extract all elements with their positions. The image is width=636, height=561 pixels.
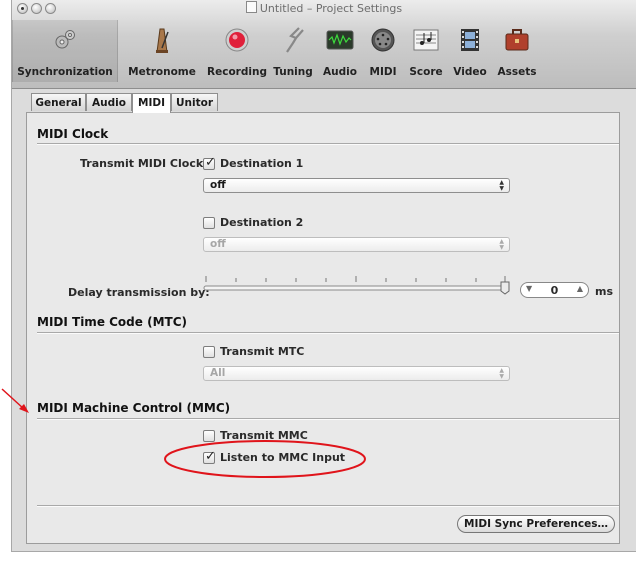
red-highlight-ellipse [164,440,366,478]
annotation-overlay [1,388,366,478]
tab-midi[interactable]: MIDI [132,93,171,113]
red-arrow-icon [1,388,29,413]
